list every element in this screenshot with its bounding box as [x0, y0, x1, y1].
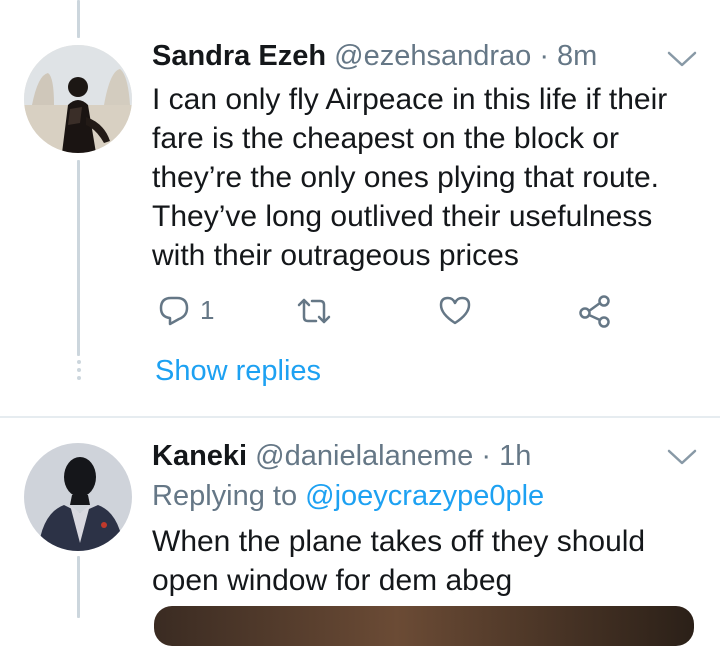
thread-line-middle — [77, 160, 80, 356]
tweet-header: Kaneki @danielalaneme · 1h — [152, 440, 531, 473]
tweet-text: I can only fly Airpeace in this life if … — [152, 83, 668, 272]
time-separator: · — [481, 440, 491, 472]
like-button[interactable] — [438, 295, 472, 325]
retweet-button[interactable] — [296, 296, 332, 326]
chevron-down-icon[interactable] — [665, 446, 699, 468]
timestamp[interactable]: 1h — [499, 440, 531, 472]
tweet-text: When the plane takes off they should ope… — [152, 525, 646, 597]
replying-to-line: Replying to @joeycrazype0ple — [152, 480, 544, 513]
user-handle[interactable]: @ezehsandrao — [334, 40, 531, 72]
replying-to-mention[interactable]: @joeycrazype0ple — [305, 480, 544, 512]
time-separator: · — [539, 40, 549, 72]
reply-button[interactable]: 1 — [158, 294, 214, 326]
tweet-media[interactable] — [154, 606, 694, 646]
share-icon — [579, 295, 610, 328]
tweet-header: Sandra Ezeh @ezehsandrao · 8m — [152, 40, 597, 73]
timestamp[interactable]: 8m — [557, 40, 597, 72]
reply-count: 1 — [200, 294, 215, 325]
chevron-down-icon[interactable] — [665, 48, 699, 70]
reply-icon — [159, 296, 189, 326]
retweet-icon — [297, 298, 331, 324]
thread-line-bottom — [77, 556, 80, 618]
avatar[interactable] — [24, 443, 132, 551]
avatar[interactable] — [24, 45, 132, 153]
thread-continuation-dots — [75, 360, 82, 384]
show-replies-link[interactable]: Show replies — [155, 355, 321, 388]
like-icon — [439, 296, 471, 325]
share-button[interactable] — [578, 294, 612, 328]
user-name[interactable]: Kaneki — [152, 440, 247, 472]
user-handle[interactable]: @danielalaneme — [255, 440, 473, 472]
replying-to-label: Replying to — [152, 480, 298, 512]
user-name[interactable]: Sandra Ezeh — [152, 40, 326, 72]
divider — [0, 416, 720, 418]
thread-line-top — [77, 0, 80, 38]
